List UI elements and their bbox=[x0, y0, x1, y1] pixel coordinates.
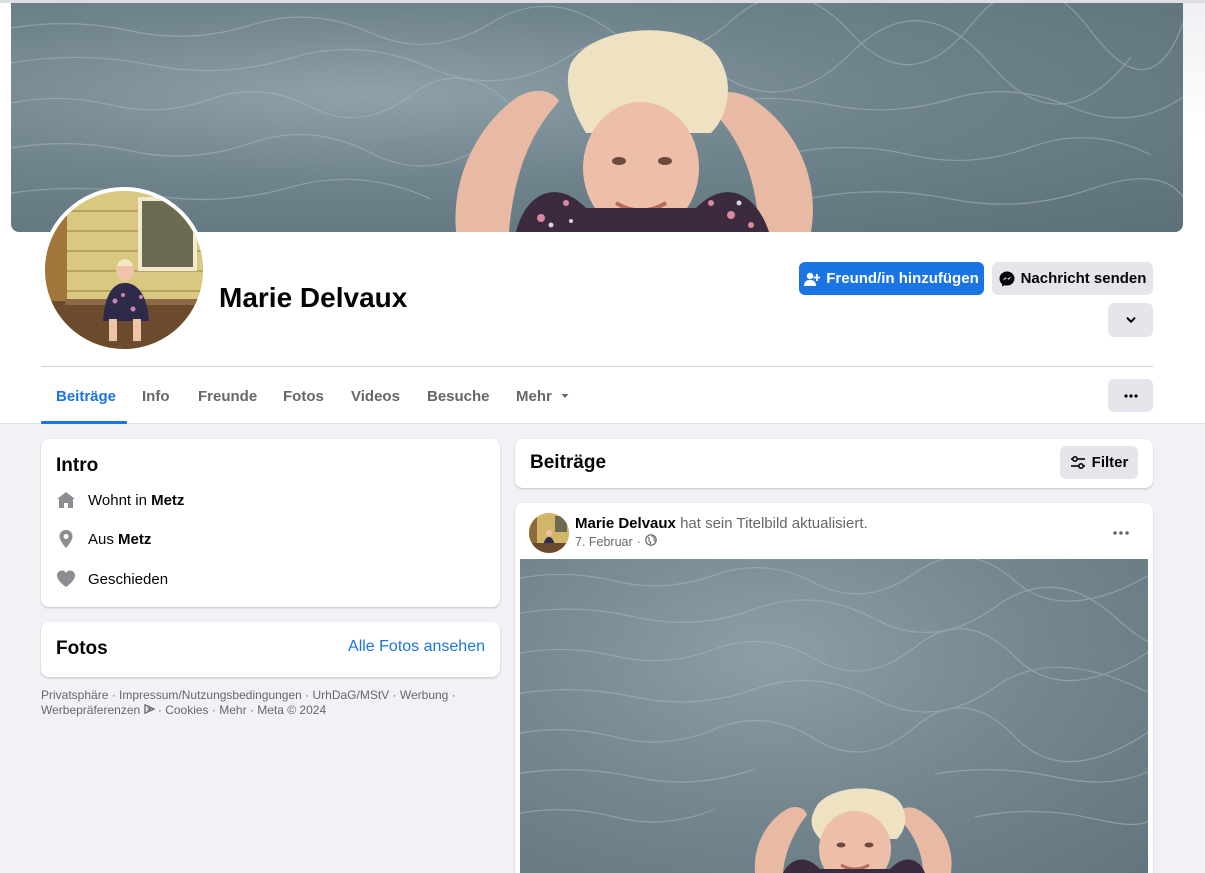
profile-image bbox=[45, 191, 203, 349]
chevron-down-icon bbox=[1125, 314, 1137, 326]
footer-copyright: Meta © 2024 bbox=[257, 703, 327, 717]
post-date[interactable]: 7. Februar bbox=[575, 535, 633, 549]
tab-videos[interactable]: Videos bbox=[336, 368, 415, 424]
messenger-icon bbox=[999, 271, 1015, 287]
footer-link-imprint[interactable]: Impressum/Nutzungsbedingungen bbox=[119, 688, 302, 702]
tab-label: Info bbox=[142, 387, 170, 405]
header-divider bbox=[41, 366, 1153, 367]
page-edge bbox=[1183, 3, 1205, 133]
footer-link-ad-choices[interactable]: Werbepräferenzen bbox=[41, 703, 140, 717]
profile-name: Marie Delvaux bbox=[219, 282, 408, 313]
from-text: Aus Metz bbox=[88, 531, 151, 548]
post-avatar-image bbox=[529, 513, 569, 553]
profile-header: Marie Delvaux Freund/in hinzufügen Nachr… bbox=[0, 0, 1205, 424]
see-all-photos-link[interactable]: Alle Fotos ansehen bbox=[348, 638, 485, 656]
add-friend-button[interactable]: Freund/in hinzufügen bbox=[799, 262, 984, 295]
intro-lives-in: Wohnt in Metz bbox=[56, 490, 184, 510]
lives-in-city[interactable]: Metz bbox=[151, 492, 184, 509]
active-tab-indicator bbox=[41, 421, 127, 424]
tab-label: Freunde bbox=[198, 387, 258, 405]
cover-image bbox=[11, 3, 1183, 232]
filter-label: Filter bbox=[1091, 454, 1129, 471]
ellipsis-icon bbox=[1113, 522, 1129, 540]
footer-link-privacy[interactable]: Privatsphäre bbox=[41, 688, 108, 702]
post-meta: 7. Februar · bbox=[575, 534, 657, 549]
photos-title: Fotos bbox=[56, 638, 108, 659]
tab-label: Fotos bbox=[283, 387, 324, 405]
tab-label: Beiträge bbox=[56, 387, 117, 405]
caret-down-icon bbox=[560, 388, 570, 405]
post-card: Marie Delvaux hat sein Titelbild aktuali… bbox=[515, 503, 1153, 873]
cover-photo[interactable] bbox=[11, 3, 1183, 232]
photos-card: Fotos Alle Fotos ansehen bbox=[41, 622, 500, 677]
from-city[interactable]: Metz bbox=[118, 531, 151, 548]
intro-card: Intro Wohnt in Metz Aus Metz Geschieden bbox=[41, 439, 500, 607]
footer-link-ads[interactable]: Werbung bbox=[400, 688, 448, 702]
profile-picture[interactable] bbox=[41, 187, 207, 353]
ellipsis-icon bbox=[1123, 393, 1138, 398]
intro-title: Intro bbox=[56, 455, 99, 476]
heart-icon bbox=[56, 569, 76, 589]
tab-info[interactable]: Info bbox=[127, 368, 185, 424]
tab-label: Videos bbox=[351, 387, 400, 405]
tab-fotos[interactable]: Fotos bbox=[268, 368, 339, 424]
footer-link-urhdag[interactable]: UrhDaG/MStV bbox=[313, 688, 390, 702]
profile-options-dropdown[interactable] bbox=[1108, 303, 1153, 337]
lives-in-prefix: Wohnt in bbox=[88, 491, 152, 509]
intro-relationship: Geschieden bbox=[56, 569, 168, 589]
tab-freunde[interactable]: Freunde bbox=[183, 368, 272, 424]
posts-header-card: Beiträge Filter bbox=[515, 439, 1153, 488]
home-icon bbox=[56, 490, 76, 510]
add-friend-label: Freund/in hinzufügen bbox=[826, 270, 979, 287]
post-meta-separator: · bbox=[636, 534, 641, 549]
footer-link-cookies[interactable]: Cookies bbox=[165, 703, 208, 717]
filter-icon bbox=[1070, 455, 1086, 470]
from-prefix: Aus bbox=[88, 530, 119, 548]
footer-link-more[interactable]: Mehr bbox=[219, 703, 246, 717]
post-header-text: Marie Delvaux hat sein Titelbild aktuali… bbox=[575, 515, 868, 532]
post-options-button[interactable] bbox=[1106, 519, 1136, 543]
post-author-avatar[interactable] bbox=[529, 513, 569, 553]
more-options-button[interactable] bbox=[1108, 379, 1153, 412]
post-photo-image bbox=[515, 559, 1153, 873]
send-message-button[interactable]: Nachricht senden bbox=[992, 262, 1153, 295]
ad-choices-icon bbox=[143, 703, 156, 717]
intro-from: Aus Metz bbox=[56, 529, 151, 549]
post-author-name[interactable]: Marie Delvaux bbox=[575, 515, 676, 532]
footer-links: Privatsphäre · Impressum/Nutzungsbedingu… bbox=[41, 688, 456, 717]
tab-label: Mehr bbox=[516, 387, 552, 405]
tab-besuche[interactable]: Besuche bbox=[412, 368, 505, 424]
tab-label: Besuche bbox=[427, 387, 490, 405]
add-friend-icon bbox=[804, 271, 821, 287]
post-photo[interactable] bbox=[515, 559, 1153, 873]
lives-in-text: Wohnt in Metz bbox=[88, 492, 184, 509]
post-action-text: hat sein Titelbild aktualisiert. bbox=[680, 515, 868, 532]
tab-mehr[interactable]: Mehr bbox=[501, 368, 585, 424]
filter-button[interactable]: Filter bbox=[1060, 446, 1138, 479]
globe-icon bbox=[645, 534, 657, 549]
location-pin-icon bbox=[56, 529, 76, 549]
send-message-label: Nachricht senden bbox=[1020, 270, 1147, 287]
relationship-text: Geschieden bbox=[88, 570, 169, 588]
posts-title: Beiträge bbox=[530, 452, 607, 473]
tab-beitraege[interactable]: Beiträge bbox=[41, 368, 131, 424]
